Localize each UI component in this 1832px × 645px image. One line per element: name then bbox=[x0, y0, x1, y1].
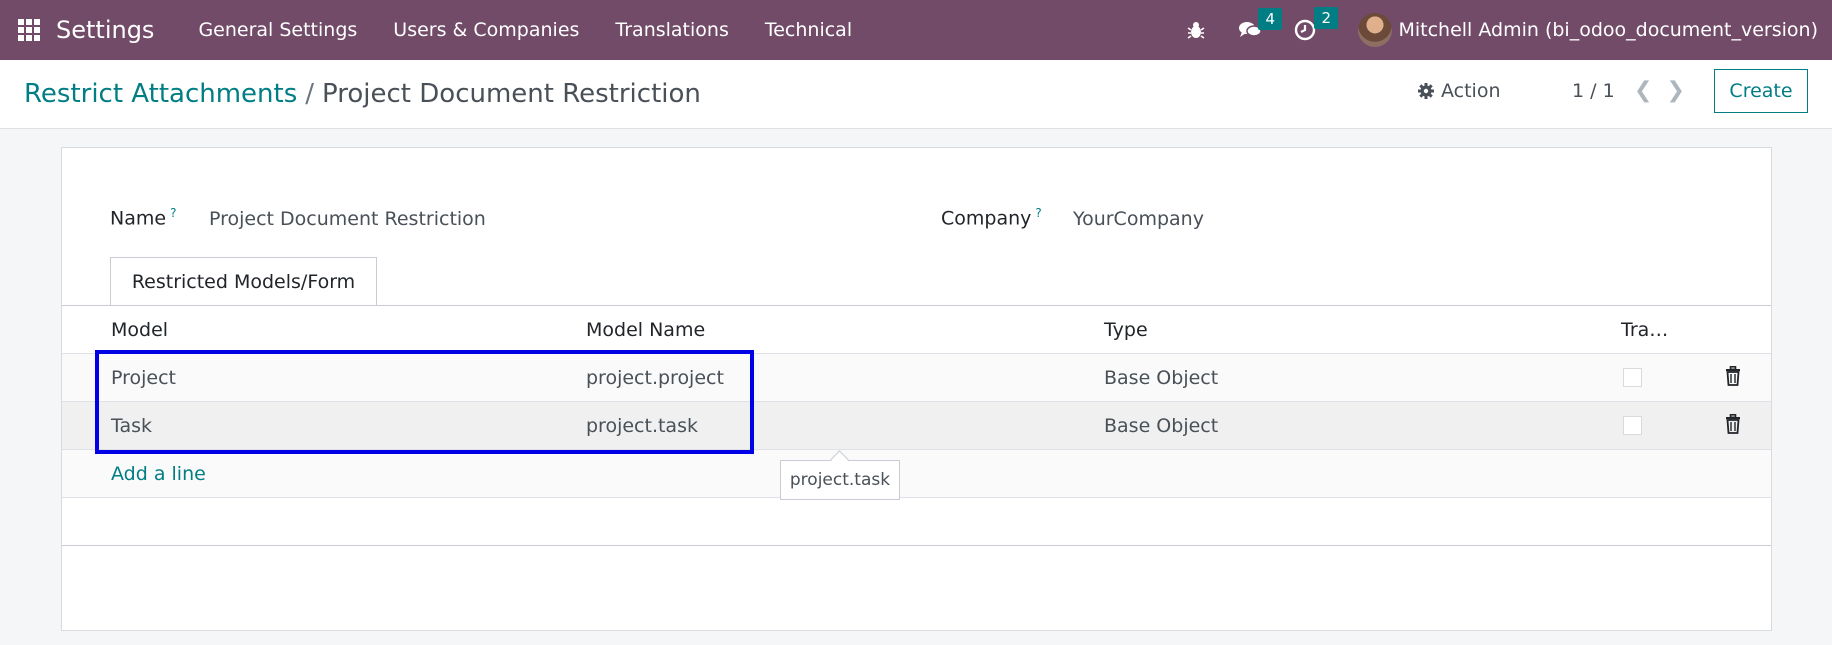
menu-general-settings[interactable]: General Settings bbox=[198, 19, 357, 41]
empty-row bbox=[62, 498, 1771, 546]
tooltip: project.task bbox=[780, 460, 900, 500]
gear-icon bbox=[1418, 83, 1434, 99]
chevron-left-icon[interactable]: ❮ bbox=[1634, 78, 1652, 103]
column-type[interactable]: Type bbox=[1104, 319, 1148, 341]
company-help-icon[interactable]: ? bbox=[1035, 206, 1041, 220]
clock-icon bbox=[1295, 19, 1316, 41]
breadcrumb-separator: / bbox=[305, 79, 315, 109]
table-header: Model Model Name Type Tra… bbox=[62, 306, 1771, 354]
cell-type[interactable]: Base Object bbox=[1104, 415, 1218, 437]
avatar[interactable] bbox=[1358, 13, 1393, 47]
chevron-right-icon[interactable]: ❯ bbox=[1666, 78, 1684, 103]
name-label-text: Name bbox=[110, 207, 167, 230]
menu-technical[interactable]: Technical bbox=[765, 19, 852, 41]
highlight-box bbox=[95, 350, 754, 454]
user-menu[interactable]: Mitchell Admin (bi_odoo_document_version… bbox=[1398, 19, 1818, 41]
company-field[interactable]: YourCompany bbox=[1073, 208, 1204, 230]
name-help-icon[interactable]: ? bbox=[170, 206, 176, 220]
cell-type[interactable]: Base Object bbox=[1104, 367, 1218, 389]
page-title: Project Document Restriction bbox=[322, 79, 701, 109]
activities-badge: 2 bbox=[1314, 7, 1338, 29]
name-field-label: Name? bbox=[110, 206, 176, 229]
action-label: Action bbox=[1441, 80, 1501, 102]
menu-users-companies[interactable]: Users & Companies bbox=[393, 19, 579, 41]
name-field[interactable]: Project Document Restriction bbox=[209, 208, 486, 230]
company-label-text: Company bbox=[941, 207, 1032, 230]
pager-arrows: ❮ ❯ bbox=[1634, 78, 1699, 103]
company-field-label: Company? bbox=[941, 206, 1042, 229]
breadcrumb: Restrict Attachments / Project Document Re… bbox=[24, 79, 701, 109]
trash-icon[interactable] bbox=[1725, 366, 1741, 391]
control-panel: Restrict Attachments / Project Document Re… bbox=[0, 60, 1832, 129]
action-button[interactable]: Action bbox=[1417, 80, 1501, 102]
debug-icon[interactable] bbox=[1186, 20, 1206, 40]
create-button[interactable]: Create bbox=[1714, 69, 1808, 113]
breadcrumb-parent[interactable]: Restrict Attachments bbox=[24, 79, 297, 109]
add-line-row: Add a line bbox=[62, 450, 1771, 498]
trash-icon[interactable] bbox=[1725, 414, 1741, 439]
add-line-link[interactable]: Add a line bbox=[111, 463, 206, 485]
transient-checkbox[interactable] bbox=[1623, 368, 1642, 387]
top-navbar: Settings General Settings Users & Compan… bbox=[0, 0, 1832, 60]
column-model-name[interactable]: Model Name bbox=[586, 319, 705, 341]
apps-menu-icon[interactable] bbox=[18, 19, 40, 41]
column-model[interactable]: Model bbox=[111, 319, 168, 341]
messages-menu[interactable]: 4 bbox=[1238, 8, 1282, 40]
menu-translations[interactable]: Translations bbox=[615, 19, 728, 41]
transient-checkbox[interactable] bbox=[1623, 416, 1642, 435]
tab-restricted-models[interactable]: Restricted Models/Form bbox=[110, 257, 377, 306]
messages-badge: 4 bbox=[1258, 8, 1282, 30]
pager-value[interactable]: 1 / 1 bbox=[1572, 80, 1615, 102]
app-name[interactable]: Settings bbox=[56, 16, 154, 44]
activities-menu[interactable]: 2 bbox=[1294, 7, 1338, 41]
column-transient[interactable]: Tra… bbox=[1621, 319, 1668, 341]
